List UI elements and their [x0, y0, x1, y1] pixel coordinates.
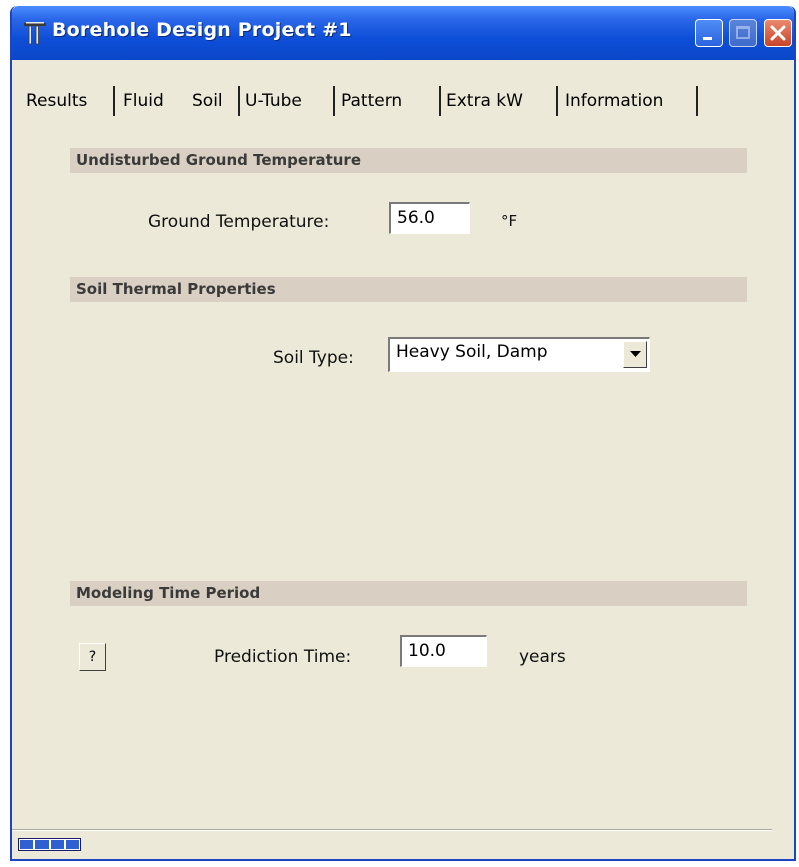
progress-segment: [35, 840, 49, 849]
tab-pattern[interactable]: Pattern: [341, 84, 402, 118]
tab-soil[interactable]: Soil: [188, 84, 227, 118]
tab-results[interactable]: Results: [26, 84, 87, 118]
tab-separator: [113, 86, 115, 116]
tab-extra-kw[interactable]: Extra kW: [446, 84, 523, 118]
close-button[interactable]: [764, 19, 792, 47]
status-progress-bar: [18, 838, 81, 851]
ground-temperature-header: Undisturbed Ground Temperature: [70, 148, 747, 173]
tab-separator: [439, 86, 441, 116]
maximize-icon: [736, 26, 750, 39]
prediction-time-unit: years: [519, 647, 566, 667]
tab-separator: [238, 86, 240, 116]
tab-information[interactable]: Information: [565, 84, 663, 118]
tab-fluid[interactable]: Fluid: [123, 84, 164, 118]
progress-segment: [20, 840, 34, 849]
soil-properties-header: Soil Thermal Properties: [70, 277, 747, 302]
status-divider: [12, 829, 772, 831]
progress-segment: [65, 840, 79, 849]
modeling-time-header: Modeling Time Period: [70, 581, 747, 606]
prediction-time-label: Prediction Time:: [214, 647, 352, 667]
tab-separator: [696, 86, 698, 116]
tab-u-tube[interactable]: U-Tube: [245, 84, 302, 118]
maximize-button[interactable]: [729, 19, 757, 47]
ground-temperature-unit: °F: [501, 212, 518, 230]
soil-type-value: Heavy Soil, Damp: [396, 342, 548, 362]
window-title: Borehole Design Project #1: [52, 19, 352, 41]
minimize-button[interactable]: [695, 19, 723, 47]
minimize-icon: [703, 37, 712, 40]
close-icon: [770, 25, 786, 41]
borehole-app-icon: [24, 22, 46, 45]
soil-type-select[interactable]: Heavy Soil, Damp: [388, 337, 650, 372]
soil-type-label: Soil Type:: [273, 348, 354, 368]
app-window: Borehole Design Project #1 Results Fluid…: [10, 6, 796, 861]
title-bar[interactable]: Borehole Design Project #1: [12, 6, 794, 60]
tab-strip: Results Fluid Soil U-Tube Pattern Extra …: [12, 84, 794, 118]
soil-type-dropdown-button[interactable]: [623, 341, 647, 368]
ground-temperature-input[interactable]: 56.0: [389, 202, 470, 234]
chevron-down-icon: [630, 351, 641, 357]
help-button[interactable]: ?: [79, 643, 106, 671]
tab-separator: [333, 86, 335, 116]
ground-temperature-label: Ground Temperature:: [148, 212, 330, 232]
tab-separator: [556, 86, 558, 116]
prediction-time-input[interactable]: 10.0: [400, 635, 487, 667]
progress-segment: [50, 840, 64, 849]
